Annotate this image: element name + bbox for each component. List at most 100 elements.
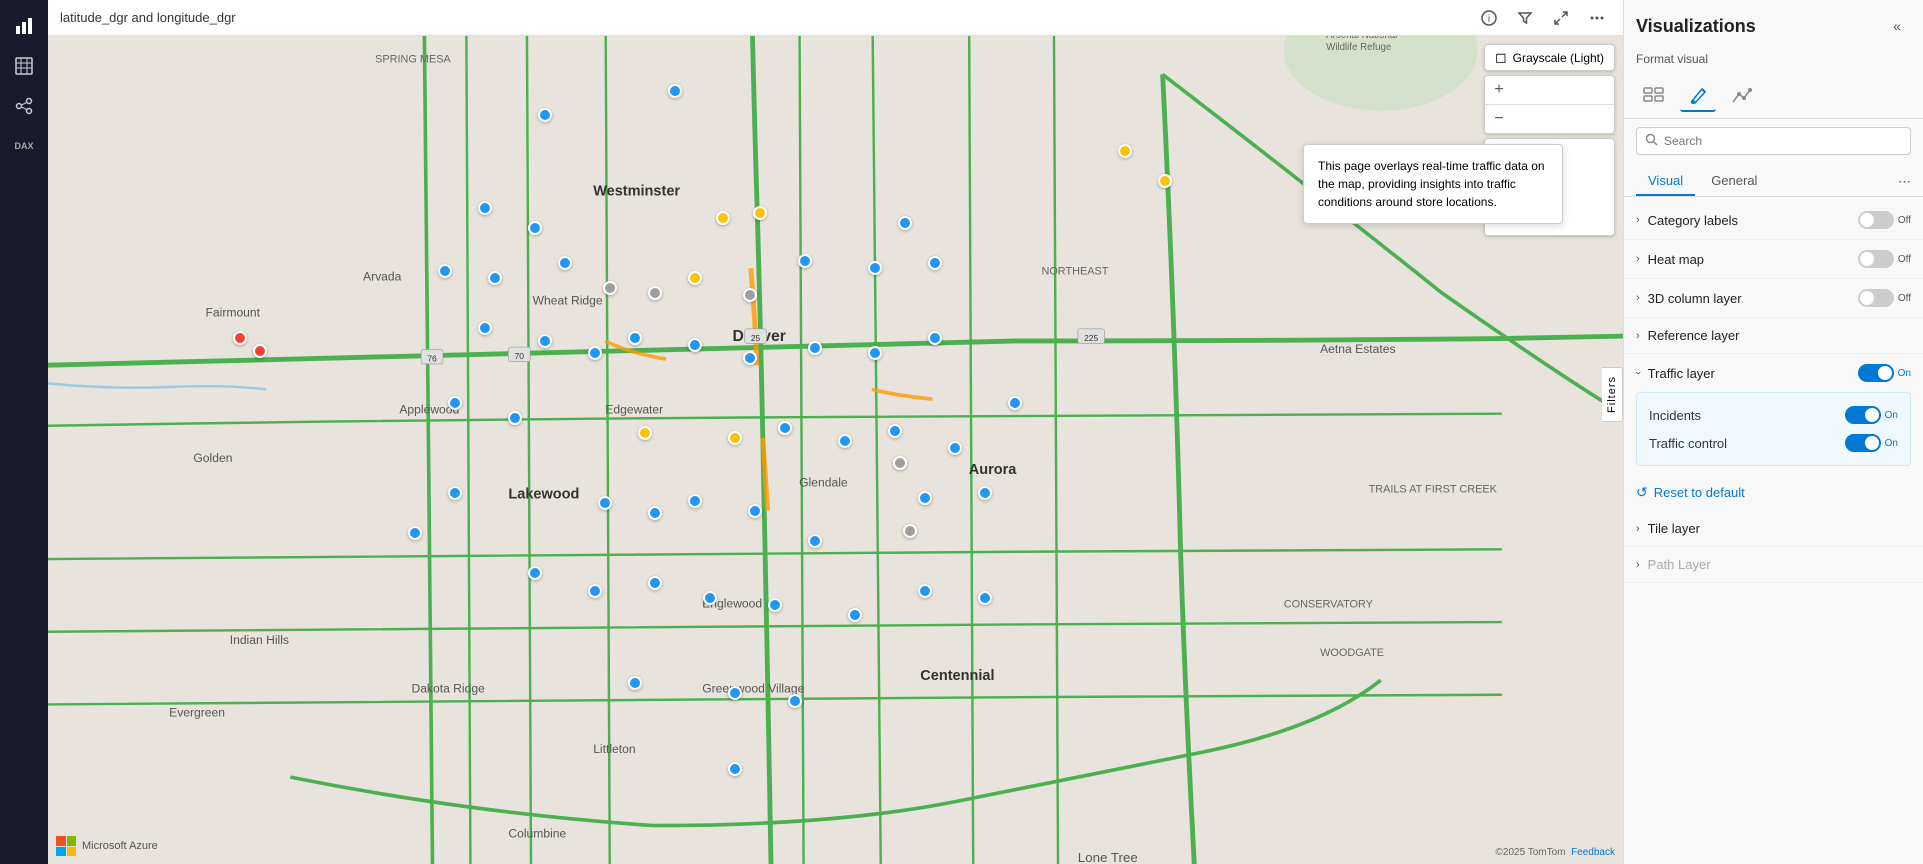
path-layer-row[interactable]: › Path Layer	[1624, 547, 1923, 583]
feedback-link[interactable]: Feedback	[1571, 847, 1615, 858]
reset-row[interactable]: ↺ Reset to default	[1624, 474, 1923, 511]
store-dot[interactable]	[728, 431, 742, 445]
incident-dot[interactable]	[253, 344, 267, 358]
heat-map-toggle[interactable]	[1858, 250, 1894, 268]
nav-model-icon[interactable]	[6, 88, 42, 124]
store-dot[interactable]	[628, 676, 642, 690]
store-dot[interactable]	[928, 256, 942, 270]
store-dot[interactable]	[1008, 396, 1022, 410]
traffic-layer-row[interactable]: › Traffic layer On	[1624, 354, 1923, 392]
tab-visual[interactable]: Visual	[1636, 167, 1695, 196]
visual-type-analytics-button[interactable]	[1724, 80, 1760, 112]
store-dot[interactable]	[808, 341, 822, 355]
store-dot[interactable]	[918, 584, 932, 598]
zoom-in-button[interactable]: +	[1485, 76, 1513, 104]
store-dot[interactable]	[728, 686, 742, 700]
category-labels-row[interactable]: › Category labels Off	[1624, 201, 1923, 240]
visual-type-brush-button[interactable]	[1680, 80, 1716, 112]
store-dot[interactable]	[668, 84, 682, 98]
store-dot[interactable]	[768, 598, 782, 612]
search-input[interactable]	[1664, 134, 1902, 148]
3d-column-row[interactable]: › 3D column layer Off	[1624, 279, 1923, 318]
store-dot[interactable]	[868, 346, 882, 360]
heat-map-row[interactable]: › Heat map Off	[1624, 240, 1923, 279]
store-dot[interactable]	[538, 334, 552, 348]
store-dot[interactable]	[868, 261, 882, 275]
incidents-toggle[interactable]	[1845, 406, 1881, 424]
store-dot[interactable]	[448, 486, 462, 500]
nav-table-icon[interactable]	[6, 48, 42, 84]
incident-dot[interactable]	[233, 331, 247, 345]
store-dot[interactable]	[788, 694, 802, 708]
store-dot[interactable]	[716, 211, 730, 225]
store-dot[interactable]	[753, 206, 767, 220]
panel-expand-button[interactable]: «	[1883, 12, 1911, 40]
store-dot[interactable]	[903, 524, 917, 538]
store-dot[interactable]	[928, 331, 942, 345]
store-dot[interactable]	[688, 271, 702, 285]
store-dot[interactable]	[688, 338, 702, 352]
map-style-button[interactable]: ◻ Grayscale (Light)	[1484, 44, 1615, 71]
store-dot-gray[interactable]	[603, 281, 617, 295]
title-bar: latitude_dgr and longitude_dgr i	[48, 0, 1623, 36]
store-dot[interactable]	[638, 426, 652, 440]
store-dot[interactable]	[508, 411, 522, 425]
store-dot[interactable]	[688, 494, 702, 508]
store-dot[interactable]	[408, 526, 422, 540]
store-dot[interactable]	[648, 506, 662, 520]
store-dot[interactable]	[1118, 144, 1132, 158]
filters-tab[interactable]: Filters	[1602, 367, 1623, 422]
tab-general[interactable]: General	[1699, 167, 1769, 196]
store-dot[interactable]	[848, 608, 862, 622]
store-dot[interactable]	[598, 496, 612, 510]
store-dot[interactable]	[528, 566, 542, 580]
store-dot[interactable]	[978, 591, 992, 605]
nav-bar-chart-icon[interactable]	[6, 8, 42, 44]
store-dot[interactable]	[478, 321, 492, 335]
store-dot[interactable]	[838, 434, 852, 448]
store-dot[interactable]	[558, 256, 572, 270]
store-dot-gray[interactable]	[648, 286, 662, 300]
store-dot[interactable]	[588, 584, 602, 598]
traffic-layer-toggle[interactable]	[1858, 364, 1894, 382]
reference-layer-row[interactable]: › Reference layer	[1624, 318, 1923, 354]
store-dot[interactable]	[438, 264, 452, 278]
filter-button[interactable]	[1511, 4, 1539, 32]
more-options-button[interactable]	[1583, 4, 1611, 32]
store-dot[interactable]	[538, 108, 552, 122]
store-dot[interactable]	[888, 424, 902, 438]
store-dot[interactable]	[648, 576, 662, 590]
store-dot[interactable]	[748, 504, 762, 518]
store-dot[interactable]	[978, 486, 992, 500]
store-dot-gray[interactable]	[743, 288, 757, 302]
store-dot[interactable]	[918, 491, 932, 505]
store-dot[interactable]	[478, 201, 492, 215]
traffic-control-toggle[interactable]	[1845, 434, 1881, 452]
store-dot[interactable]	[588, 346, 602, 360]
store-dot[interactable]	[488, 271, 502, 285]
store-dot[interactable]	[948, 441, 962, 455]
expand-button[interactable]	[1547, 4, 1575, 32]
tile-layer-row[interactable]: › Tile layer	[1624, 511, 1923, 547]
store-dot[interactable]	[628, 331, 642, 345]
visual-type-grid-button[interactable]	[1636, 80, 1672, 112]
store-dot[interactable]	[778, 421, 792, 435]
info-button[interactable]: i	[1475, 4, 1503, 32]
tab-more-button[interactable]: ⋯	[1898, 167, 1911, 196]
store-dot[interactable]	[743, 351, 757, 365]
nav-dax-icon[interactable]: DAX	[6, 128, 42, 164]
zoom-out-button[interactable]: −	[1485, 105, 1513, 133]
store-dot[interactable]	[703, 591, 717, 605]
store-dot[interactable]	[448, 396, 462, 410]
store-dot[interactable]	[893, 456, 907, 470]
store-dot[interactable]	[528, 221, 542, 235]
store-dot[interactable]	[1158, 174, 1172, 188]
store-dot[interactable]	[798, 254, 812, 268]
store-dot[interactable]	[898, 216, 912, 230]
map-container[interactable]: Arvada Westminster SPRING MESA Fairmount…	[48, 36, 1623, 864]
category-labels-toggle[interactable]	[1858, 211, 1894, 229]
3d-column-toggle[interactable]	[1858, 289, 1894, 307]
store-dot[interactable]	[728, 762, 742, 776]
store-dot[interactable]	[808, 534, 822, 548]
svg-text:Aetna Estates: Aetna Estates	[1320, 342, 1395, 356]
